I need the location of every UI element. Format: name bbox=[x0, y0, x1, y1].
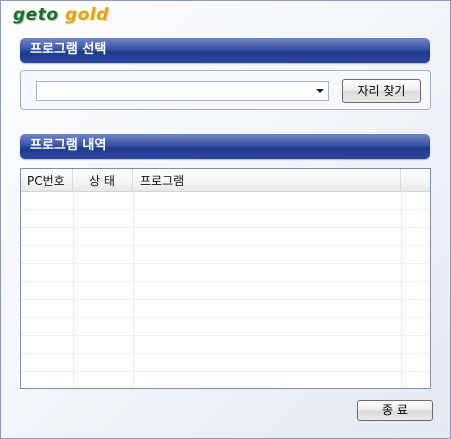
app-window: geto gold 프로그램 선택 자리 찾기 프로그램 내역 PC번호 상 태… bbox=[0, 0, 451, 439]
program-select-header: 프로그램 선택 bbox=[20, 38, 430, 63]
table-row-line bbox=[21, 317, 430, 318]
program-select-panel: 자리 찾기 bbox=[20, 70, 431, 110]
program-list-header: 프로그램 내역 bbox=[20, 134, 430, 159]
table-row-line bbox=[21, 245, 430, 246]
program-select-title: 프로그램 선택 bbox=[30, 42, 107, 57]
table-row-line bbox=[21, 263, 430, 264]
table-row-line bbox=[21, 281, 430, 282]
column-header-program[interactable]: 프로그램 bbox=[133, 169, 401, 191]
table-column-line bbox=[133, 191, 134, 388]
program-list-title: 프로그램 내역 bbox=[30, 138, 107, 153]
logo-gold-text: gold bbox=[64, 5, 109, 25]
table-column-line bbox=[401, 191, 402, 388]
table-header: PC번호 상 태 프로그램 bbox=[21, 169, 430, 192]
table-row-line bbox=[21, 353, 430, 354]
program-combo[interactable] bbox=[36, 81, 329, 101]
table-column-line bbox=[73, 191, 74, 388]
column-header-pc-number[interactable]: PC번호 bbox=[21, 169, 73, 191]
column-header-status[interactable]: 상 태 bbox=[73, 169, 133, 191]
geto-gold-logo: geto gold bbox=[13, 5, 109, 25]
table-row-line bbox=[21, 227, 430, 228]
close-button[interactable]: 종 료 bbox=[357, 400, 433, 421]
table-row-line bbox=[21, 299, 430, 300]
table-row-line bbox=[21, 371, 430, 372]
find-seat-button[interactable]: 자리 찾기 bbox=[342, 79, 421, 103]
logo-geto-text: geto bbox=[13, 5, 59, 25]
table-row-line bbox=[21, 335, 430, 336]
program-list-table[interactable]: PC번호 상 태 프로그램 bbox=[20, 168, 431, 389]
chevron-down-icon[interactable] bbox=[316, 89, 324, 93]
column-header-filler bbox=[401, 169, 430, 191]
table-row-line bbox=[21, 209, 430, 210]
